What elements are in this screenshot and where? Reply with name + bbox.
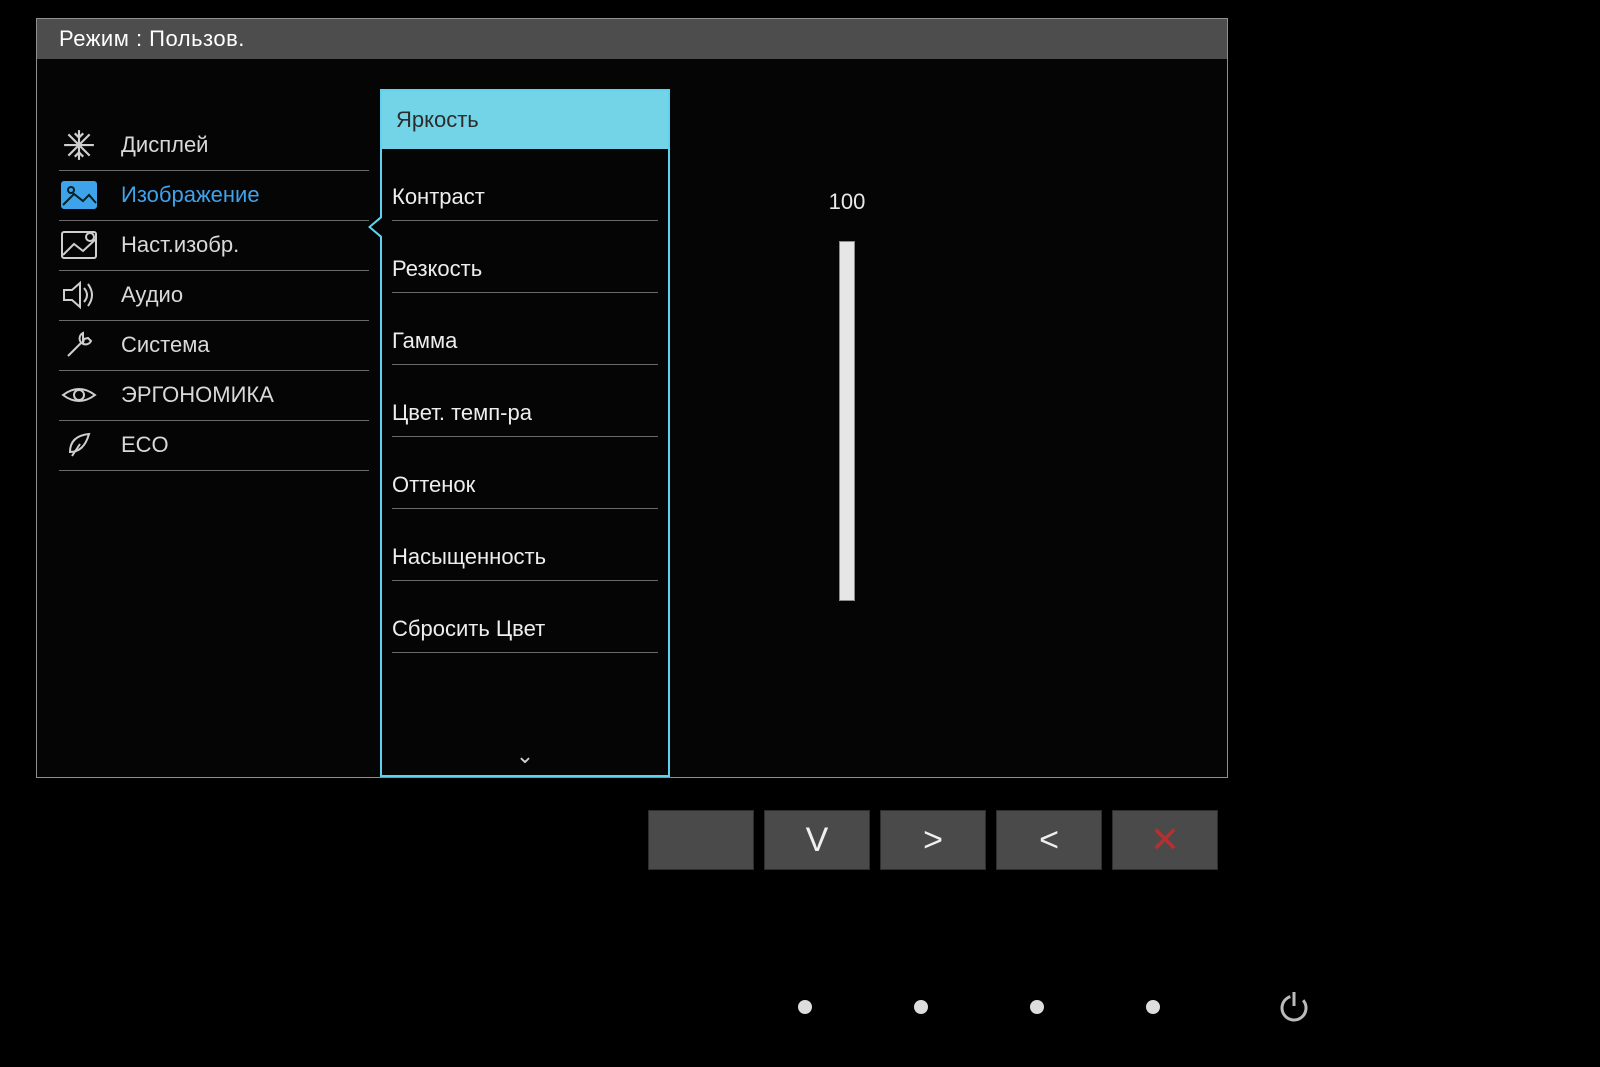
submenu-item-label: Насыщенность [392, 544, 546, 570]
sidebar-item-label: ЭРГОНОМИКА [121, 382, 274, 408]
bezel-indicator-dots [798, 1000, 1160, 1014]
osd-button-row: V > < ✕ [648, 810, 1218, 870]
osd-button-left[interactable]: < [996, 810, 1102, 870]
submenu-item-resetcolor[interactable]: Сбросить Цвет [392, 581, 658, 653]
value-readout: 100 [797, 189, 897, 215]
value-slider-fill [840, 242, 854, 600]
submenu-item-label: Сбросить Цвет [392, 616, 545, 642]
eye-icon [59, 383, 99, 407]
submenu-item-gamma[interactable]: Гамма [392, 293, 658, 365]
submenu-item-label: Оттенок [392, 472, 475, 498]
value-panel: 100 [797, 189, 897, 601]
close-icon: ✕ [1150, 819, 1180, 861]
sidebar-item-image[interactable]: Изображение [59, 171, 369, 221]
osd-body: Дисплей Изображение Наст.изобр. Аудио [37, 59, 1227, 777]
submenu-item-label: Цвет. темп-ра [392, 400, 532, 426]
wrench-icon [59, 329, 99, 361]
sidebar-item-display[interactable]: Дисплей [59, 121, 369, 171]
indicator-dot [914, 1000, 928, 1014]
osd-button-down[interactable]: V [764, 810, 870, 870]
osd-header: Режим : Пользов. [37, 19, 1227, 59]
osd-button-blank[interactable] [648, 810, 754, 870]
value-slider[interactable] [839, 241, 855, 601]
sidebar-item-label: ECO [121, 432, 169, 458]
sidebar-item-label: Изображение [121, 182, 260, 208]
submenu-item-colortemp[interactable]: Цвет. темп-ра [392, 365, 658, 437]
picture-gear-icon [59, 231, 99, 259]
indicator-dot [798, 1000, 812, 1014]
sidebar-item-label: Аудио [121, 282, 183, 308]
picture-icon [59, 181, 99, 209]
submenu-item-contrast[interactable]: Контраст [392, 149, 658, 221]
submenu-item-saturation[interactable]: Насыщенность [392, 509, 658, 581]
leaf-icon [59, 430, 99, 460]
speaker-icon [59, 280, 99, 310]
chevron-left-icon: < [1039, 821, 1059, 860]
osd-window: Режим : Пользов. Дисплей Изображение [36, 18, 1228, 778]
submenu-panel: Яркость Контраст Резкость Гамма Цвет. те… [380, 89, 670, 777]
chevron-right-icon: > [923, 821, 943, 860]
submenu-item-label: Резкость [392, 256, 482, 282]
submenu-item-brightness[interactable]: Яркость [382, 91, 668, 149]
sidebar-item-label: Дисплей [121, 132, 208, 158]
osd-button-close[interactable]: ✕ [1112, 810, 1218, 870]
power-icon[interactable] [1276, 988, 1312, 1029]
sidebar-item-image-setup[interactable]: Наст.изобр. [59, 221, 369, 271]
sidebar-item-eco[interactable]: ECO [59, 421, 369, 471]
submenu-item-label: Гамма [392, 328, 457, 354]
indicator-dot [1146, 1000, 1160, 1014]
sidebar-item-label: Наст.изобр. [121, 232, 239, 258]
chevron-down-icon[interactable]: ⌄ [516, 743, 534, 769]
sidebar-item-ergonomics[interactable]: ЭРГОНОМИКА [59, 371, 369, 421]
mode-label: Режим : Пользов. [59, 26, 245, 52]
indicator-dot [1030, 1000, 1044, 1014]
sidebar-item-system[interactable]: Система [59, 321, 369, 371]
sidebar-item-audio[interactable]: Аудио [59, 271, 369, 321]
submenu-item-sharpness[interactable]: Резкость [392, 221, 658, 293]
sidebar: Дисплей Изображение Наст.изобр. Аудио [59, 121, 369, 471]
sidebar-item-label: Система [121, 332, 210, 358]
snowflake-icon [59, 128, 99, 162]
submenu-item-label: Контраст [392, 184, 485, 210]
submenu-item-label: Яркость [396, 107, 479, 133]
chevron-down-icon: V [806, 821, 829, 860]
osd-button-right[interactable]: > [880, 810, 986, 870]
submenu-item-hue[interactable]: Оттенок [392, 437, 658, 509]
